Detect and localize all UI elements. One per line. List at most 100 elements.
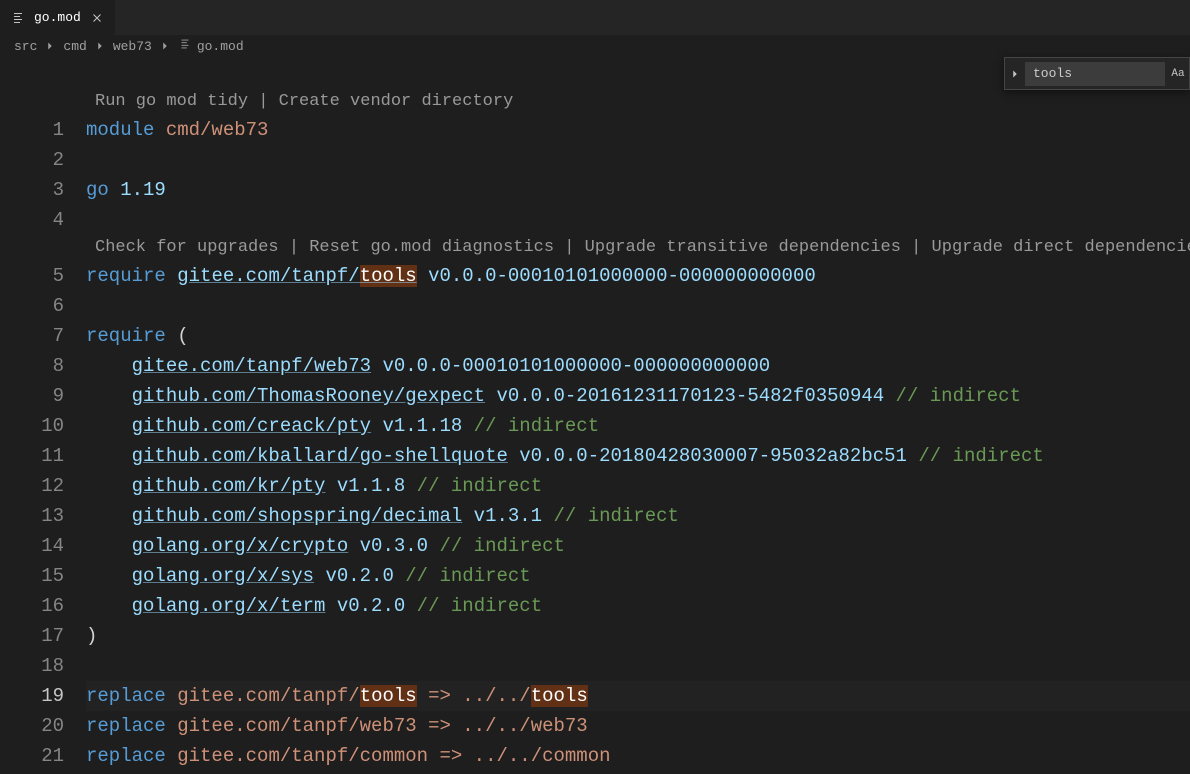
require-path[interactable]: golang.org/x/term xyxy=(132,591,326,621)
breadcrumb-segment[interactable]: web73 xyxy=(113,39,152,54)
code-line[interactable]: require ( xyxy=(86,321,1190,351)
require-version: v0.3.0 xyxy=(348,531,428,561)
replace-rule: gitee.com/tanpf/web73 => ../../web73 xyxy=(166,711,588,741)
code-line[interactable]: require gitee.com/tanpf/tools v0.0.0-000… xyxy=(86,261,1190,291)
comment: // indirect xyxy=(405,591,542,621)
file-icon xyxy=(178,37,192,55)
line-number: 1 xyxy=(0,115,64,145)
code-line[interactable]: replace gitee.com/tanpf/tools => ../../t… xyxy=(86,681,1190,711)
comment: // indirect xyxy=(884,381,1021,411)
comment: // indirect xyxy=(462,411,599,441)
line-number: 8 xyxy=(0,351,64,381)
line-number: 17 xyxy=(0,621,64,651)
search-match: tools xyxy=(360,685,417,707)
breadcrumb: src cmd web73 go.mod xyxy=(0,35,1190,57)
breadcrumb-filename: go.mod xyxy=(197,39,244,54)
code-line[interactable]: golang.org/x/term v0.2.0 // indirect xyxy=(86,591,1190,621)
line-number: 9 xyxy=(0,381,64,411)
require-version: v0.0.0-20180428030007-95032a82bc51 xyxy=(508,441,907,471)
code-line[interactable]: gitee.com/tanpf/web73 v0.0.0-00010101000… xyxy=(86,351,1190,381)
require-path[interactable]: github.com/shopspring/decimal xyxy=(132,501,463,531)
require-version: v0.2.0 xyxy=(314,561,394,591)
line-number: 18 xyxy=(0,651,64,681)
editor-tab[interactable]: go.mod xyxy=(0,0,115,35)
require-version: v1.1.18 xyxy=(371,411,462,441)
line-number: 16 xyxy=(0,591,64,621)
code-line[interactable]: github.com/kr/pty v1.1.8 // indirect xyxy=(86,471,1190,501)
line-number: 2 xyxy=(0,145,64,175)
require-path[interactable]: github.com/creack/pty xyxy=(132,411,371,441)
code-line[interactable]: replace gitee.com/tanpf/common => ../../… xyxy=(86,741,1190,771)
code-line[interactable]: github.com/shopspring/decimal v1.3.1 // … xyxy=(86,501,1190,531)
code-line[interactable]: github.com/ThomasRooney/gexpect v0.0.0-2… xyxy=(86,381,1190,411)
replace-rule: gitee.com/tanpf/common => ../../common xyxy=(166,741,611,771)
chevron-right-icon[interactable] xyxy=(1005,58,1025,89)
code-line[interactable]: ) xyxy=(86,621,1190,651)
line-number: 21 xyxy=(0,741,64,771)
code-line[interactable]: replace gitee.com/tanpf/web73 => ../../w… xyxy=(86,711,1190,741)
search-match: tools xyxy=(531,685,588,707)
comment: // indirect xyxy=(907,441,1044,471)
line-number: 3 xyxy=(0,175,64,205)
require-path[interactable]: gitee.com/tanpf/tools xyxy=(177,261,416,291)
require-version: v0.0.0-00010101000000-000000000000 xyxy=(417,261,816,291)
module-path: cmd/web73 xyxy=(154,115,268,145)
require-path[interactable]: github.com/kr/pty xyxy=(132,471,326,501)
line-number: 11 xyxy=(0,441,64,471)
require-path[interactable]: github.com/kballard/go-shellquote xyxy=(132,441,508,471)
line-number: 7 xyxy=(0,321,64,351)
code-line[interactable]: github.com/creack/pty v1.1.18 // indirec… xyxy=(86,411,1190,441)
code-line[interactable]: go 1.19 xyxy=(86,175,1190,205)
keyword: require xyxy=(86,261,166,291)
chevron-right-icon xyxy=(43,39,57,53)
codelens[interactable]: Run go mod tidy | Create vendor director… xyxy=(95,89,1190,115)
find-widget: Aa xyxy=(1004,57,1190,90)
require-version: v0.0.0-20161231170123-5482f0350944 xyxy=(485,381,884,411)
line-number: 15 xyxy=(0,561,64,591)
code-editor[interactable]: 123456789101112131415161718192021 Run go… xyxy=(0,57,1190,771)
require-path[interactable]: github.com/ThomasRooney/gexpect xyxy=(132,381,485,411)
breadcrumb-segment[interactable]: src xyxy=(14,39,37,54)
require-path[interactable]: gitee.com/tanpf/web73 xyxy=(132,351,371,381)
code-line[interactable] xyxy=(86,291,1190,321)
code-line[interactable]: module cmd/web73 xyxy=(86,115,1190,145)
line-number: 19 xyxy=(0,681,64,711)
breadcrumb-file[interactable]: go.mod xyxy=(178,37,244,55)
code-line[interactable]: golang.org/x/sys v0.2.0 // indirect xyxy=(86,561,1190,591)
line-number: 14 xyxy=(0,531,64,561)
code-line[interactable]: golang.org/x/crypto v0.3.0 // indirect xyxy=(86,531,1190,561)
search-input[interactable] xyxy=(1025,62,1165,86)
line-number-gutter: 123456789101112131415161718192021 xyxy=(0,89,86,771)
chevron-right-icon xyxy=(93,39,107,53)
code-line[interactable] xyxy=(86,651,1190,681)
line-number: 20 xyxy=(0,711,64,741)
code-line[interactable]: github.com/kballard/go-shellquote v0.0.0… xyxy=(86,441,1190,471)
require-path[interactable]: golang.org/x/sys xyxy=(132,561,314,591)
code-line[interactable] xyxy=(86,205,1190,235)
require-version: v0.2.0 xyxy=(325,591,405,621)
line-number: 5 xyxy=(0,261,64,291)
go-version: 1.19 xyxy=(109,175,166,205)
comment: // indirect xyxy=(542,501,679,531)
keyword: go xyxy=(86,175,109,205)
line-number: 6 xyxy=(0,291,64,321)
line-number: 10 xyxy=(0,411,64,441)
line-number: 13 xyxy=(0,501,64,531)
keyword: module xyxy=(86,115,154,145)
breadcrumb-segment[interactable]: cmd xyxy=(63,39,86,54)
code-content[interactable]: Run go mod tidy | Create vendor director… xyxy=(86,89,1190,771)
line-number: 12 xyxy=(0,471,64,501)
close-icon[interactable] xyxy=(89,10,105,26)
comment: // indirect xyxy=(405,471,542,501)
codelens[interactable]: Check for upgrades | Reset go.mod diagno… xyxy=(95,235,1190,261)
require-path[interactable]: golang.org/x/crypto xyxy=(132,531,349,561)
comment: // indirect xyxy=(428,531,565,561)
require-version: v1.1.8 xyxy=(325,471,405,501)
require-version: v1.3.1 xyxy=(462,501,542,531)
line-number: 4 xyxy=(0,205,64,235)
search-match: tools xyxy=(360,265,417,287)
comment: // indirect xyxy=(394,561,531,591)
code-line[interactable] xyxy=(86,145,1190,175)
match-case-button[interactable]: Aa xyxy=(1167,62,1189,86)
require-version: v0.0.0-00010101000000-000000000000 xyxy=(371,351,770,381)
